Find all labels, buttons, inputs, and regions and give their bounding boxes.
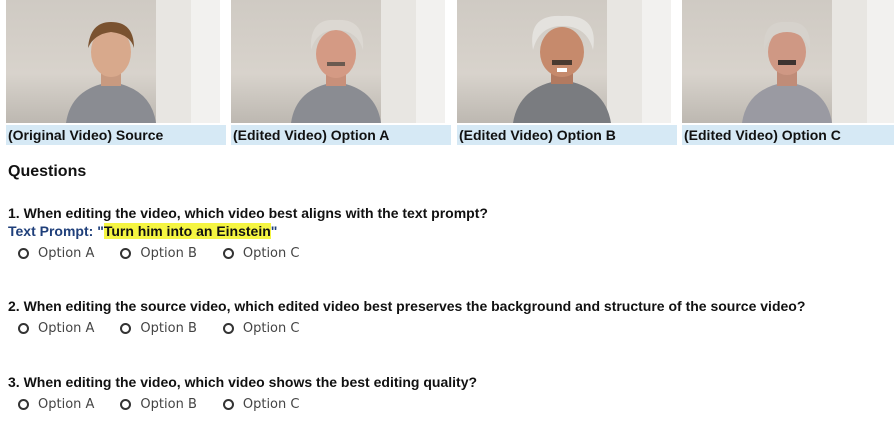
option-label: Option A <box>38 321 95 336</box>
video-frame-option-a[interactable] <box>231 0 445 123</box>
video-thumbnail-source <box>66 0 220 123</box>
q3-option-a[interactable]: Option A <box>18 397 94 412</box>
question-2-options: Option A Option B Option C <box>18 321 805 336</box>
radio-button[interactable] <box>222 248 234 259</box>
caption-option-c: (Edited Video) Option C <box>682 125 894 145</box>
radio-button[interactable] <box>222 399 234 410</box>
option-label: Option C <box>242 246 300 261</box>
caption-option-a: (Edited Video) Option A <box>231 125 451 145</box>
q3-option-c[interactable]: Option C <box>222 397 300 412</box>
q1-option-a[interactable]: Option A <box>18 246 94 261</box>
question-1-options: Option A Option B Option C <box>18 246 488 261</box>
q3-option-b[interactable]: Option B <box>120 397 197 412</box>
question-2-text: 2. When editing the source video, which … <box>8 298 806 314</box>
question-1: 1. When editing the video, which video b… <box>8 204 488 261</box>
q1-option-c[interactable]: Option C <box>222 246 300 261</box>
radio-button[interactable] <box>18 399 29 410</box>
video-frame-option-b[interactable] <box>457 0 671 123</box>
radio-button[interactable] <box>222 323 234 334</box>
q2-option-c[interactable]: Option C <box>222 321 300 336</box>
video-source[interactable]: (Original Video) Source <box>0 0 226 147</box>
option-label: Option B <box>140 397 197 412</box>
text-prompt: Text Prompt: "Turn him into an Einstein" <box>8 222 488 240</box>
question-2: 2. When editing the source video, which … <box>8 297 805 336</box>
text-prompt-label: Text Prompt: " <box>8 223 104 239</box>
video-option-b[interactable]: (Edited Video) Option B <box>451 0 677 147</box>
question-1-text: 1. When editing the video, which video b… <box>8 205 488 221</box>
radio-button[interactable] <box>120 323 132 334</box>
video-thumbnail-option-c <box>742 0 894 123</box>
video-frame-source[interactable] <box>6 0 220 123</box>
option-label: Option C <box>242 321 300 336</box>
option-label: Option B <box>140 321 197 336</box>
question-3-text: 3. When editing the video, which video s… <box>8 374 478 390</box>
radio-button[interactable] <box>120 248 132 259</box>
q1-option-b[interactable]: Option B <box>120 246 197 261</box>
question-3: 3. When editing the video, which video s… <box>8 373 477 412</box>
video-comparison-panel: (Original Video) Source (Edited Video) O… <box>0 0 894 147</box>
option-label: Option A <box>38 246 95 261</box>
video-thumbnail-option-b <box>513 0 671 123</box>
video-option-c[interactable]: (Edited Video) Option C <box>676 0 894 147</box>
question-3-options: Option A Option B Option C <box>18 397 477 412</box>
caption-source: (Original Video) Source <box>6 125 226 145</box>
text-prompt-close-quote: " <box>270 223 278 239</box>
video-thumbnail-option-a <box>291 0 445 123</box>
option-label: Option A <box>38 397 95 412</box>
video-option-a[interactable]: (Edited Video) Option A <box>225 0 451 147</box>
caption-option-b: (Edited Video) Option B <box>457 125 677 145</box>
option-label: Option B <box>140 246 197 261</box>
q2-option-b[interactable]: Option B <box>120 321 197 336</box>
radio-button[interactable] <box>120 399 132 410</box>
video-frame-option-c[interactable] <box>682 0 894 123</box>
text-prompt-value: Turn him into an Einstein <box>103 223 271 239</box>
radio-button[interactable] <box>18 248 29 259</box>
q2-option-a[interactable]: Option A <box>18 321 94 336</box>
option-label: Option C <box>242 397 300 412</box>
questions-heading: Questions <box>8 163 87 180</box>
radio-button[interactable] <box>18 323 29 334</box>
